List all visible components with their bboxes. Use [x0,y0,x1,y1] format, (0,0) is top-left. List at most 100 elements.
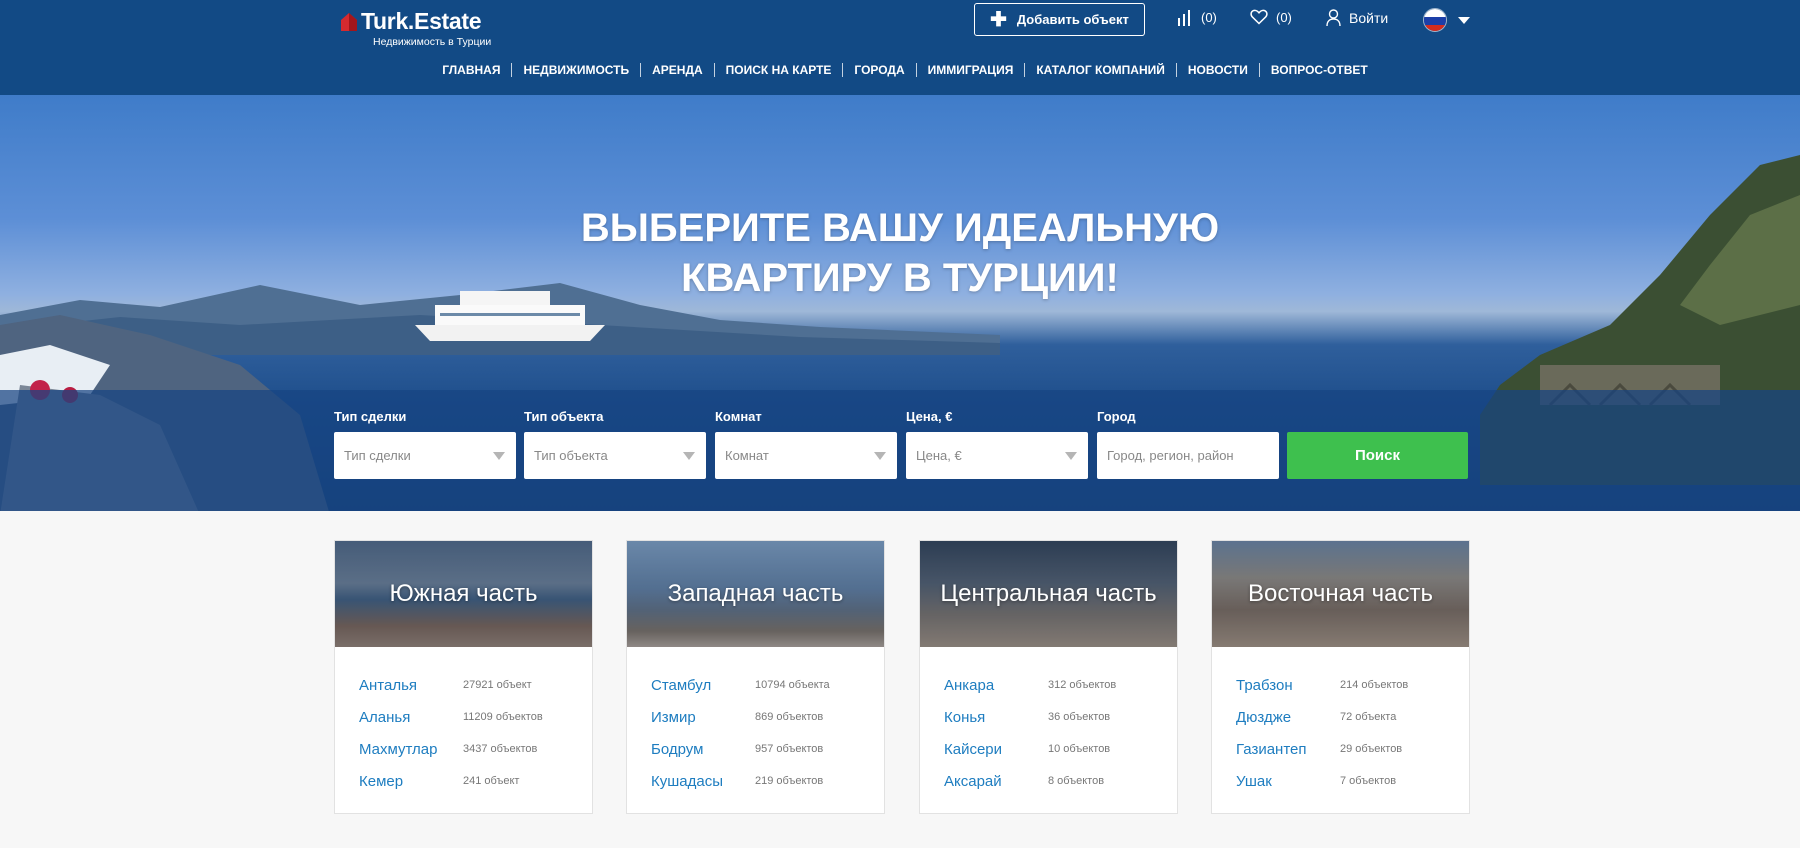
list-item: Кайсери 10 объектов [944,733,1177,765]
object-count: 27921 объект [463,679,532,691]
heart-icon [1250,9,1268,25]
price-placeholder: Цена, € [916,448,962,463]
compare-count: (0) [1201,10,1217,25]
caret-down-icon [683,452,695,460]
user-icon [1326,9,1341,27]
city-link[interactable]: Кемер [359,773,463,790]
deal-type-field: Тип сделки Тип сделки [334,410,516,479]
object-count: 29 объектов [1340,743,1403,755]
caret-down-icon[interactable] [1458,17,1470,24]
city-link[interactable]: Анкара [944,677,1048,694]
list-item: Конья 36 объектов [944,701,1177,733]
city-list: Трабзон 214 объектов Дюздже 72 объекта Газ… [1212,647,1469,797]
deal-type-label: Тип сделки [334,409,407,424]
nav-item-immigration[interactable]: ИММИГРАЦИЯ [917,63,1026,77]
region-title: Восточная часть [1247,580,1433,607]
rooms-select[interactable]: Комнат [715,432,897,479]
list-item: Аланья 11209 объектов [359,701,592,733]
city-link[interactable]: Газиантеп [1236,741,1340,758]
plus-icon: ✚ [990,8,1007,31]
city-link[interactable]: Бодрум [651,741,755,758]
city-link[interactable]: Дюздже [1236,709,1340,726]
city-label: Город [1097,409,1136,424]
object-count: 869 объектов [755,711,824,723]
deal-type-select[interactable]: Тип сделки [334,432,516,479]
logo-text: Turk.Estate [361,8,482,34]
deal-type-placeholder: Тип сделки [344,448,411,463]
region-title: Западная часть [667,580,844,607]
object-type-select[interactable]: Тип объекта [524,432,706,479]
region-image-south[interactable]: Южная часть [335,541,592,647]
region-image-east[interactable]: Восточная часть [1212,541,1469,647]
list-item: Кемер 241 объект [359,765,592,797]
search-panel: Тип сделки Тип сделки Тип объекта Тип об… [0,390,1800,511]
region-title: Южная часть [389,580,538,607]
logo[interactable]: Turk.Estate [340,8,482,35]
nav-item-real-estate[interactable]: НЕДВИЖИМОСТЬ [512,63,642,77]
object-type-label: Тип объекта [524,409,604,424]
city-link[interactable]: Ушак [1236,773,1340,790]
russia-flag-icon[interactable] [1423,8,1447,32]
city-list: Стамбул 10794 объекта Измир 869 объектов Б… [627,647,884,797]
rooms-placeholder: Комнат [725,448,769,463]
nav-item-rent[interactable]: АРЕНДА [641,63,715,77]
object-count: 312 объектов [1048,679,1117,691]
object-count: 957 объектов [755,743,824,755]
list-item: Дюздже 72 объекта [1236,701,1469,733]
city-link[interactable]: Измир [651,709,755,726]
caret-down-icon [1065,452,1077,460]
nav-item-home[interactable]: ГЛАВНАЯ [431,63,513,77]
region-card-east: Восточная часть Трабзон 214 объектов Дюзд… [1211,540,1470,814]
city-link[interactable]: Анталья [359,677,463,694]
object-count: 72 объекта [1340,711,1397,723]
region-image-central[interactable]: Центральная часть [920,541,1177,647]
list-item: Бодрум 957 объектов [651,733,884,765]
nav-item-map-search[interactable]: ПОИСК НА КАРТЕ [715,63,844,77]
list-item: Анкара 312 объектов [944,669,1177,701]
object-count: 10 объектов [1048,743,1111,755]
city-link[interactable]: Конья [944,709,1048,726]
list-item: Трабзон 214 объектов [1236,669,1469,701]
add-object-button[interactable]: ✚ Добавить объект [974,3,1145,36]
city-link[interactable]: Аланья [359,709,463,726]
object-count: 8 объектов [1048,775,1105,787]
city-list: Анкара 312 объектов Конья 36 объектов Кайс… [920,647,1177,797]
city-link[interactable]: Махмутлар [359,741,463,758]
search-button[interactable]: Поиск [1287,432,1468,479]
login-label: Войти [1349,10,1389,26]
region-title: Центральная часть [940,580,1157,607]
city-input[interactable] [1097,432,1279,479]
city-link[interactable]: Трабзон [1236,677,1340,694]
city-link[interactable]: Аксарай [944,773,1048,790]
city-link[interactable]: Кайсери [944,741,1048,758]
favorites-link[interactable]: (0) [1250,9,1292,25]
city-link[interactable]: Стамбул [651,677,755,694]
site-header: Turk.Estate Недвижимость в Турции ✚ Доба… [0,0,1800,95]
compare-link[interactable]: (0) [1177,9,1217,26]
hero-title-line1: ВЫБЕРИТЕ ВАШУ ИДЕАЛЬНУЮ [580,206,1220,250]
nav-item-cities[interactable]: ГОРОДА [843,63,917,77]
region-image-west[interactable]: Западная часть [627,541,884,647]
bar-chart-icon [1178,10,1190,26]
hero-title-line2: КВАРТИРУ В ТУРЦИИ! [681,256,1119,300]
object-count: 10794 объекта [755,679,830,691]
city-link[interactable]: Кушадасы [651,773,755,790]
nav-item-company-catalog[interactable]: КАТАЛОГ КОМПАНИЙ [1025,63,1177,77]
list-item: Анталья 27921 объект [359,669,592,701]
object-type-placeholder: Тип объекта [534,448,608,463]
list-item: Ушак 7 объектов [1236,765,1469,797]
object-count: 219 объектов [755,775,824,787]
price-select[interactable]: Цена, € [906,432,1088,479]
list-item: Газиантеп 29 объектов [1236,733,1469,765]
list-item: Измир 869 объектов [651,701,884,733]
nav-item-faq[interactable]: ВОПРОС-ОТВЕТ [1260,63,1379,77]
object-count: 241 объект [463,775,520,787]
nav-item-news[interactable]: НОВОСТИ [1177,63,1260,77]
price-field: Цена, € Цена, € [906,410,1088,479]
object-type-field: Тип объекта Тип объекта [524,410,706,479]
region-card-south: Южная часть Анталья 27921 объект Аланья 11… [334,540,593,814]
caret-down-icon [874,452,886,460]
object-count: 11209 объектов [463,711,543,723]
city-list: Анталья 27921 объект Аланья 11209 объектов… [335,647,592,797]
login-link[interactable]: Войти [1326,9,1388,27]
